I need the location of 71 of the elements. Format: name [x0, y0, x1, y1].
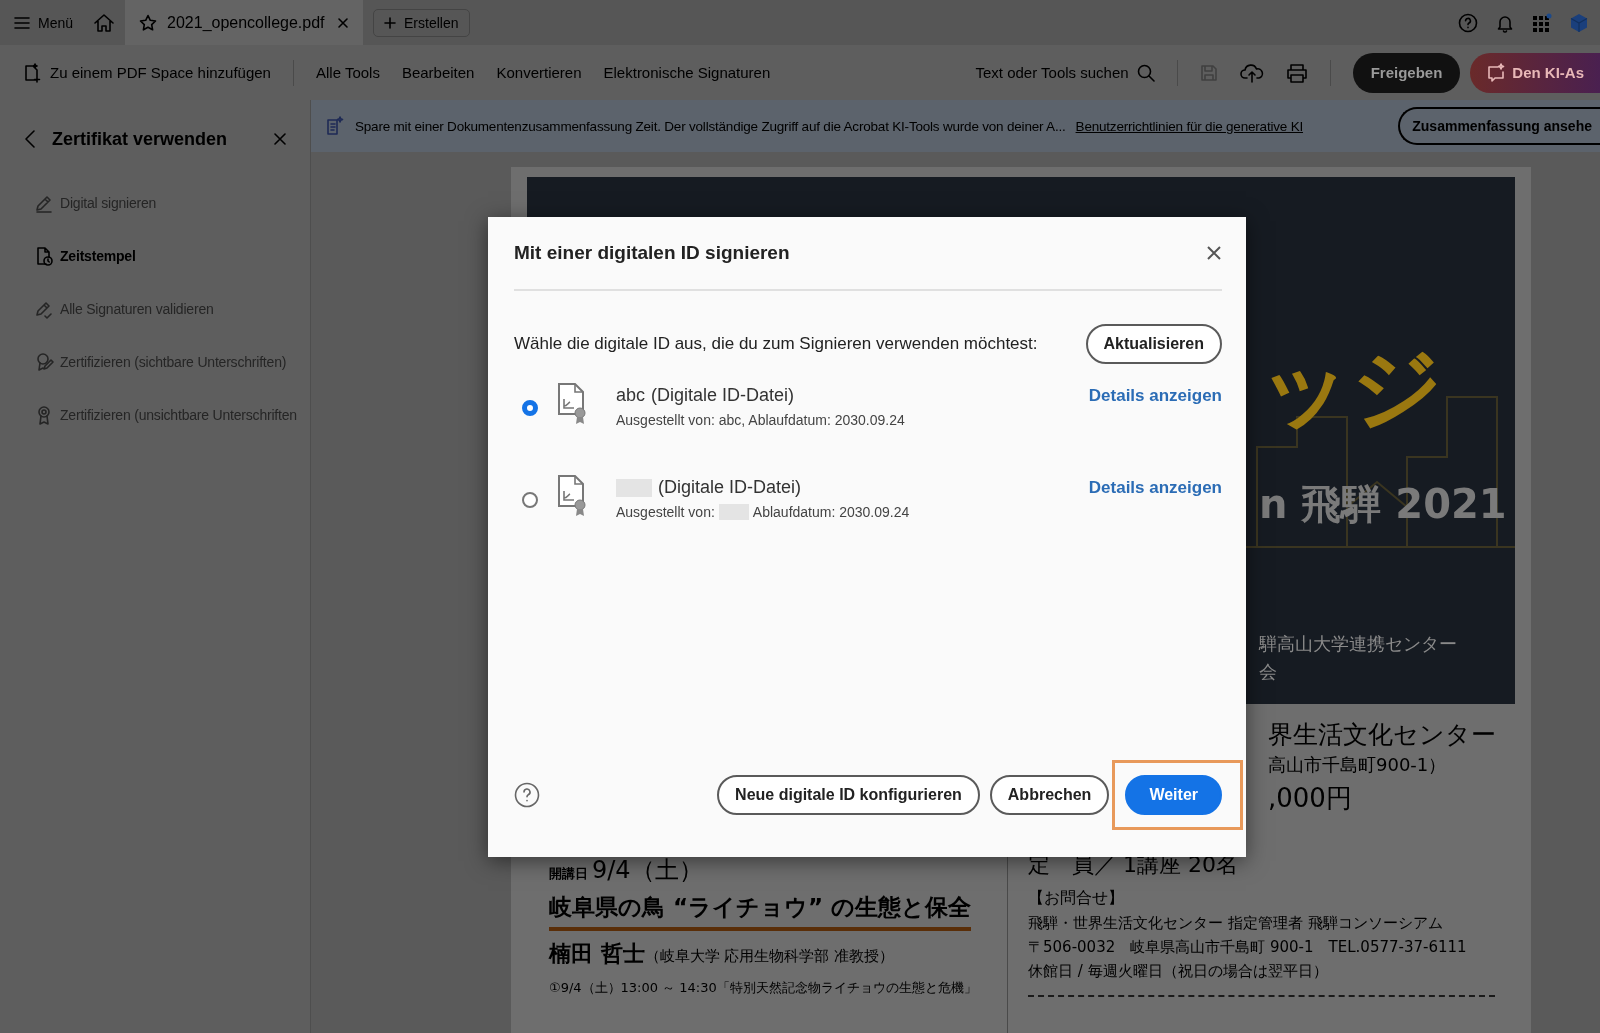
document-text: 界生活文化センター — [1268, 719, 1496, 751]
lecture-date: 9/4（土） — [592, 855, 703, 886]
instruction-text: Wähle die digitale ID aus, die du zum Signieren verwenden möchtest: — [514, 334, 1038, 354]
poster-text: n 飛騨 2021 — [1259, 480, 1507, 529]
document-text: 高山市千島町900-1） — [1268, 753, 1447, 777]
document-text: 〒506-0032 岐阜県高山市千島町 900-1 TEL.0577-37-6111 — [1028, 938, 1467, 957]
details-link[interactable]: Details anzeigen — [1088, 478, 1222, 498]
close-icon[interactable] — [337, 16, 350, 29]
sparkle-document-icon — [22, 62, 42, 83]
ai-assistant-button[interactable]: Den KI-As — [1470, 52, 1600, 93]
dialog-button[interactable]: Neue digitale ID konfigurieren — [717, 775, 980, 815]
close-icon[interactable] — [1206, 245, 1222, 261]
search-icon — [1136, 63, 1155, 82]
toolbar-menu-item[interactable]: Alle Tools — [315, 64, 380, 81]
help-icon[interactable] — [514, 782, 540, 808]
toolbar-menu-item[interactable]: Konvertieren — [496, 64, 582, 81]
id-issuer-text: Ausgestellt von: — [616, 504, 715, 520]
document-clock-icon — [34, 245, 54, 266]
menu-button[interactable]: Menü — [14, 14, 74, 31]
search-button[interactable]: Text oder Tools suchen — [975, 63, 1155, 82]
document-text: ,000円 — [1268, 782, 1352, 815]
poster-text: 会 — [1259, 660, 1277, 684]
id-name: abc — [616, 385, 646, 406]
toolbar-menu-item[interactable]: Elektronische Signaturen — [603, 64, 771, 81]
apps-grid-icon[interactable] — [1532, 12, 1552, 33]
session-line: ①9/4（土）13:00 ～ 14:30「特別天然記念物ライチョウの生態と危機」 — [549, 979, 978, 997]
id-issuer-text: Ablaufdatum: 2030.09.24 — [752, 504, 910, 520]
dialog-button[interactable]: Abbrechen — [989, 775, 1110, 815]
print-icon[interactable] — [1285, 62, 1308, 83]
radio-button[interactable] — [522, 400, 538, 416]
share-button[interactable]: Freigeben — [1352, 52, 1461, 93]
chat-sparkle-icon — [1486, 62, 1507, 83]
refresh-button[interactable]: Aktualisieren — [1085, 324, 1222, 364]
document-text: 【お問合せ】 — [1028, 888, 1124, 909]
date-label: 開講日 — [549, 865, 588, 883]
document-text: 飛騨・世界生活文化センター 指定管理者 飛騨コンソーシアム — [1028, 914, 1443, 933]
lecture-title: 岐阜県の鳥 “ライチョウ” の生態と保全 — [549, 892, 972, 931]
panel-title: Zertifikat verwenden — [52, 128, 229, 150]
star-icon — [139, 13, 158, 32]
cube-icon[interactable] — [1570, 12, 1588, 33]
details-link[interactable]: Details anzeigen — [1088, 386, 1222, 406]
certificate-file-icon — [556, 382, 588, 426]
save-icon[interactable] — [1199, 63, 1218, 82]
toolbar-menu-item[interactable]: Bearbeiten — [401, 64, 475, 81]
panel-tool-item[interactable]: Zeitstempel — [0, 229, 310, 282]
cloud-upload-icon[interactable] — [1239, 62, 1264, 83]
menu-icon — [14, 15, 30, 30]
radio-button[interactable] — [522, 492, 538, 508]
plus-icon — [384, 16, 397, 29]
document-tab[interactable]: 2021_opencollege.pdf — [125, 0, 364, 45]
policy-link[interactable]: Benutzerrichtlinien für die generative KI — [1075, 118, 1303, 134]
view-summary-button[interactable]: Zusammenfassung ansehe — [1398, 107, 1600, 145]
summary-sparkle-icon — [325, 116, 345, 136]
id-issuer-text: Ausgestellt von: abc, Ablaufdatum: 2030.09.24 — [616, 412, 905, 428]
help-icon[interactable] — [1458, 12, 1478, 33]
id-type: (Digitale ID-Datei) — [651, 385, 795, 406]
close-icon[interactable] — [274, 133, 286, 145]
home-icon[interactable] — [93, 12, 116, 33]
ribbon-pen-icon — [34, 351, 54, 372]
banner-message: Spare mit einer Dokumentenzusammenfassung Zeit. Der vollständige Zugriff auf die Acrobat KI-Tools wurde von deiner A... — [355, 118, 1066, 134]
continue-button[interactable]: Weiter — [1125, 775, 1222, 815]
create-button[interactable]: Erstellen — [373, 8, 470, 37]
id-type: (Digitale ID-Datei) — [658, 477, 802, 498]
dialog-title: Mit einer digitalen ID signieren — [514, 242, 790, 264]
lecturer-name: 楠田 哲士 — [549, 940, 645, 968]
certificate-file-icon — [556, 474, 588, 518]
document-text: 休館日 / 毎週火曜日（祝日の場合は翌平日） — [1028, 962, 1328, 981]
poster-text: ッジ — [1259, 333, 1443, 441]
lecturer-affiliation: （岐阜大学 応用生物科学部 准教授） — [644, 947, 895, 966]
add-to-space-button[interactable]: Zu einem PDF Space hinzufügen — [22, 62, 271, 83]
poster-text: 騨高山大学連携センター — [1259, 632, 1457, 656]
